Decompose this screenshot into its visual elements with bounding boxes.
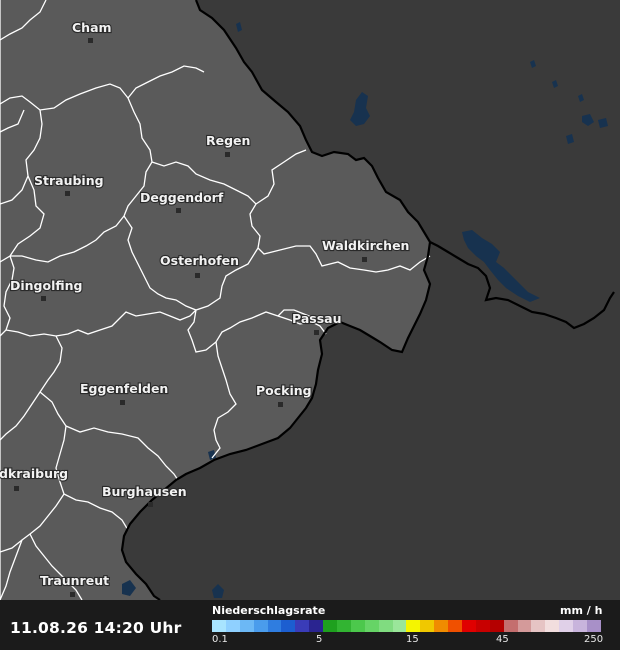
city-label: Eggenfelden	[80, 381, 168, 396]
legend-swatch	[406, 620, 421, 632]
legend-swatch	[364, 620, 379, 632]
legend-swatch	[225, 620, 240, 632]
legend-swatch	[434, 620, 449, 632]
legend-swatch	[420, 620, 435, 632]
city-marker	[314, 330, 319, 335]
legend-swatch	[267, 620, 282, 632]
legend-swatch	[545, 620, 560, 632]
city-label: Pocking	[256, 383, 312, 398]
precipitation-map[interactable]: Cham Regen Straubing Deggendorf Waldkirc…	[0, 0, 620, 650]
city-marker	[14, 486, 19, 491]
city-label: Osterhofen	[160, 253, 239, 268]
city-marker	[41, 296, 46, 301]
city-label: Passau	[292, 311, 341, 326]
legend-tick: 5	[316, 634, 323, 645]
legend-swatch	[337, 620, 351, 632]
city-marker	[65, 191, 70, 196]
legend-swatch	[309, 620, 324, 632]
city-marker	[176, 208, 181, 213]
legend-swatch	[392, 620, 407, 632]
timestamp: 11.08.26 14:20 Uhr	[10, 619, 182, 637]
city-label: Burghausen	[102, 484, 187, 499]
city-marker	[148, 502, 153, 507]
legend-swatch	[350, 620, 365, 632]
city-marker	[362, 257, 367, 262]
city-label: Dingolfing	[10, 278, 83, 293]
city-marker	[195, 273, 200, 278]
legend-title: Niederschlagsrate	[212, 604, 326, 617]
legend-tick: 15	[406, 634, 419, 645]
legend-swatch	[559, 620, 574, 632]
legend-swatch	[239, 620, 254, 632]
legend-swatch	[517, 620, 532, 632]
legend-swatch	[378, 620, 393, 632]
city-marker	[225, 152, 230, 157]
city-marker	[88, 38, 93, 43]
precipitation-legend-bar	[212, 620, 601, 632]
city-marker	[70, 592, 75, 597]
legend-swatch	[489, 620, 504, 632]
legend-unit: mm / h	[560, 604, 603, 617]
legend-swatch	[475, 620, 490, 632]
city-marker	[120, 400, 125, 405]
legend-swatch	[323, 620, 338, 632]
legend-swatch	[295, 620, 310, 632]
city-label: Traunreut	[40, 573, 109, 588]
city-label: Waldkirchen	[322, 238, 409, 253]
city-label: Straubing	[34, 173, 104, 188]
legend-tick: 250	[584, 634, 604, 645]
legend-swatch	[503, 620, 518, 632]
legend-tick: 45	[496, 634, 509, 645]
legend-swatch	[531, 620, 546, 632]
legend-swatch	[281, 620, 296, 632]
legend-swatch	[587, 620, 601, 632]
legend-swatch	[573, 620, 588, 632]
legend-swatch	[462, 620, 476, 632]
legend-swatch	[448, 620, 463, 632]
city-label: dkraiburg	[0, 466, 68, 481]
legend-tick: 0.1	[212, 634, 228, 645]
city-label: Regen	[206, 133, 250, 148]
city-label: Cham	[72, 20, 112, 35]
city-label: Deggendorf	[140, 190, 224, 205]
legend-swatch	[253, 620, 268, 632]
legend-swatch	[212, 620, 226, 632]
city-marker	[278, 402, 283, 407]
